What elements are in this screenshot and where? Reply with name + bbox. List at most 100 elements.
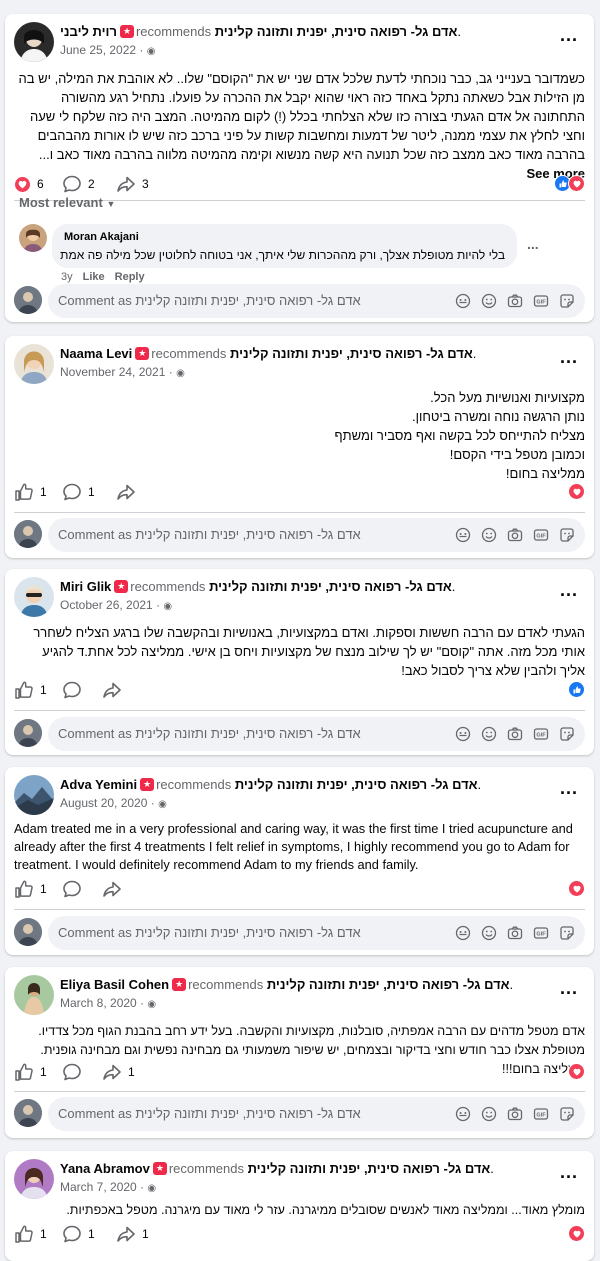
camera-icon[interactable] xyxy=(507,1106,523,1122)
review-title-line: Miri Glik recommends אדם גל- רפואה סינית,… xyxy=(60,579,455,594)
avatar-sticker-icon[interactable] xyxy=(455,726,471,742)
comment-sort-dropdown[interactable]: Most relevant ▼ xyxy=(19,195,115,210)
avatar-sticker-icon[interactable] xyxy=(455,925,471,941)
sticker-icon[interactable] xyxy=(559,293,575,309)
avatar[interactable] xyxy=(14,775,54,815)
comment-button[interactable] xyxy=(62,877,82,901)
more-options-button[interactable]: ... xyxy=(554,26,584,50)
like-button[interactable]: 1 xyxy=(14,1060,47,1084)
camera-icon[interactable] xyxy=(507,527,523,543)
reaction-summary[interactable] xyxy=(568,880,585,897)
reviewer-name[interactable]: Yana Abramov xyxy=(60,1161,150,1176)
camera-icon[interactable] xyxy=(507,293,523,309)
emoji-icon[interactable] xyxy=(481,925,497,941)
emoji-icon[interactable] xyxy=(481,293,497,309)
more-options-button[interactable]: ... xyxy=(554,779,584,803)
gif-icon[interactable] xyxy=(533,293,549,309)
reviewer-name[interactable]: Naama Levi xyxy=(60,346,132,361)
reaction-summary[interactable] xyxy=(568,1063,585,1080)
share-count[interactable]: 3 xyxy=(116,172,149,196)
globe-icon: ◉ xyxy=(146,46,156,57)
review-date[interactable]: March 7, 2020 · ◉ xyxy=(60,1180,156,1194)
page-name[interactable]: אדם גל- רפואה סינית, יפנית ותזונה קלינית xyxy=(209,579,452,594)
like-button[interactable]: 1 xyxy=(14,678,47,702)
commenter-name[interactable]: Moran Akajani xyxy=(64,231,139,243)
emoji-icon[interactable] xyxy=(481,1106,497,1122)
composer-avatar[interactable] xyxy=(14,520,42,548)
reaction-summary[interactable] xyxy=(568,681,585,698)
comment-reply-link[interactable]: Reply xyxy=(115,271,145,283)
avatar-sticker-icon[interactable] xyxy=(455,293,471,309)
reaction-summary[interactable] xyxy=(568,1225,585,1242)
sticker-icon[interactable] xyxy=(559,925,575,941)
divider xyxy=(14,909,585,910)
avatar[interactable] xyxy=(14,1159,54,1199)
share-button[interactable] xyxy=(116,480,136,504)
avatar[interactable] xyxy=(14,22,54,62)
review-text: מקצועיות ואנושיות מעל הכל. נותן הרגשה נו… xyxy=(334,390,585,481)
composer-avatar[interactable] xyxy=(14,719,42,747)
more-options-button[interactable]: ... xyxy=(554,1163,584,1187)
comment-button[interactable] xyxy=(62,1060,82,1084)
share-button[interactable] xyxy=(102,877,122,901)
gif-icon[interactable] xyxy=(533,527,549,543)
reviewer-name[interactable]: רוית ליבני xyxy=(60,24,117,39)
reaction-summary[interactable] xyxy=(568,483,585,500)
love-reaction-icon xyxy=(568,175,585,192)
comment-count[interactable]: 1 xyxy=(62,1222,95,1246)
avatar[interactable] xyxy=(19,224,47,252)
review-date[interactable]: August 20, 2020 · ◉ xyxy=(60,796,167,810)
review-date[interactable]: November 24, 2021 · ◉ xyxy=(60,365,185,379)
composer-avatar[interactable] xyxy=(14,1099,42,1127)
comment-like-link[interactable]: Like xyxy=(83,271,105,283)
reaction-count[interactable]: 6 xyxy=(14,172,44,196)
avatar[interactable] xyxy=(14,577,54,617)
globe-icon: ◉ xyxy=(176,368,185,379)
more-options-button[interactable]: ... xyxy=(554,979,584,1003)
page-name[interactable]: אדם גל- רפואה סינית, יפנית ותזונה קלינית xyxy=(215,24,458,39)
page-name[interactable]: אדם גל- רפואה סינית, יפנית ותזונה קלינית xyxy=(248,1161,491,1176)
like-button[interactable]: 1 xyxy=(14,480,47,504)
comment-count[interactable]: 1 xyxy=(62,480,95,504)
sticker-icon[interactable] xyxy=(559,1106,575,1122)
sticker-icon[interactable] xyxy=(559,726,575,742)
share-count[interactable]: 1 xyxy=(116,1222,149,1246)
review-date[interactable]: October 26, 2021 · ◉ xyxy=(60,598,172,612)
more-options-button[interactable]: ... xyxy=(554,581,584,605)
gif-icon[interactable] xyxy=(533,726,549,742)
emoji-icon[interactable] xyxy=(481,527,497,543)
recommend-icon xyxy=(135,347,150,360)
comment-count[interactable]: 2 xyxy=(62,172,95,196)
review-date[interactable]: June 25, 2022 · ◉ xyxy=(60,43,155,57)
reaction-summary[interactable] xyxy=(554,175,585,192)
page-name[interactable]: אדם גל- רפואה סינית, יפנית ותזונה קלינית xyxy=(230,346,473,361)
composer-avatar[interactable] xyxy=(14,918,42,946)
like-button[interactable]: 1 xyxy=(14,1222,47,1246)
avatar-sticker-icon[interactable] xyxy=(455,527,471,543)
more-options-button[interactable]: ... xyxy=(554,348,584,372)
camera-icon[interactable] xyxy=(507,925,523,941)
reviewer-name[interactable]: Eliya Basil Cohen xyxy=(60,977,169,992)
avatar-sticker-icon[interactable] xyxy=(455,1106,471,1122)
share-count[interactable]: 1 xyxy=(102,1060,135,1084)
like-button[interactable]: 1 xyxy=(14,877,47,901)
review-card: Eliya Basil Cohen recommends אדם גל- רפוא… xyxy=(5,967,594,1138)
composer-avatar[interactable] xyxy=(14,286,42,314)
reviewer-name[interactable]: Adva Yemini xyxy=(60,777,137,792)
avatar[interactable] xyxy=(14,975,54,1015)
review-date[interactable]: March 8, 2020 · ◉ xyxy=(60,996,156,1010)
gif-icon[interactable] xyxy=(533,1106,549,1122)
camera-icon[interactable] xyxy=(507,726,523,742)
sticker-icon[interactable] xyxy=(559,527,575,543)
page-name[interactable]: אדם גל- רפואה סינית, יפנית ותזונה קלינית xyxy=(267,977,510,992)
reviewer-name[interactable]: Miri Glik xyxy=(60,579,111,594)
emoji-icon[interactable] xyxy=(481,726,497,742)
comment-age[interactable]: 3y xyxy=(61,271,73,283)
share-button[interactable] xyxy=(102,678,122,702)
comment-more-button[interactable]: ... xyxy=(527,236,539,252)
avatar[interactable] xyxy=(14,344,54,384)
comment-button[interactable] xyxy=(62,678,82,702)
review-title-line: Adva Yemini recommends אדם גל- רפואה סיני… xyxy=(60,777,481,792)
gif-icon[interactable] xyxy=(533,925,549,941)
page-name[interactable]: אדם גל- רפואה סינית, יפנית ותזונה קלינית xyxy=(235,777,478,792)
